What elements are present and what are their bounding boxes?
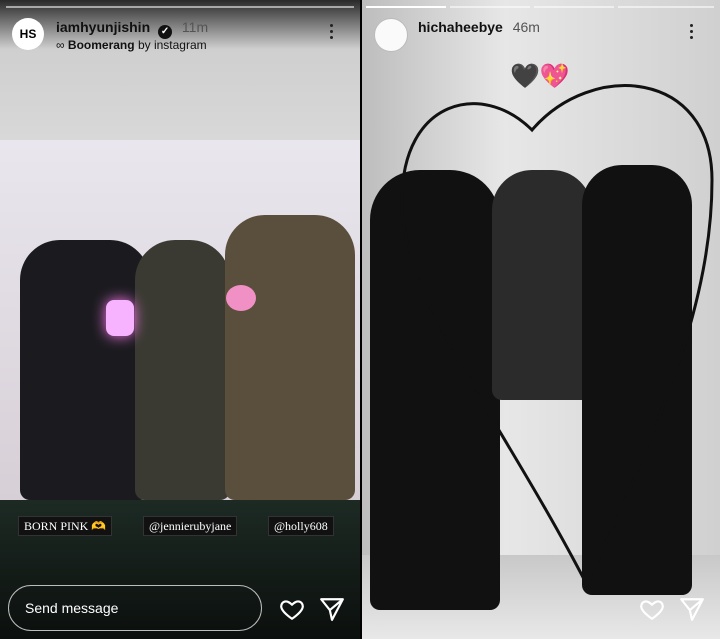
story-progress-bar-4 <box>618 6 714 8</box>
tag-jennierubyjane[interactable]: @jennierubyjane <box>143 516 238 536</box>
person-1 <box>20 240 150 500</box>
username[interactable]: iamhyunjishin ✓ 11m <box>56 19 208 39</box>
more-options-icon-right[interactable] <box>690 24 694 42</box>
story-progress-bar <box>6 6 354 8</box>
story-panel-right[interactable]: hichaheebye 46m 🖤💖 <box>362 0 720 639</box>
heart-lightstick <box>226 285 256 311</box>
verified-icon: ✓ <box>158 25 173 39</box>
tag-born-pink[interactable]: BORN PINK 🫶 <box>18 516 113 536</box>
story-progress-bar <box>366 6 446 8</box>
send-message-input[interactable]: Send message <box>8 585 262 631</box>
story-progress-bar-3 <box>534 6 614 8</box>
avatar[interactable]: HS <box>12 18 44 50</box>
tag-holly608[interactable]: @holly608 <box>268 516 334 536</box>
drawn-heart <box>400 84 714 589</box>
post-time-right: 46m <box>512 19 540 35</box>
boomerang-line[interactable]: ∞ Boomerang by instagram <box>56 38 207 52</box>
username-text[interactable]: iamhyunjishin <box>56 19 150 35</box>
story-progress-bar-2 <box>450 6 530 8</box>
send-icon-right[interactable] <box>679 596 705 622</box>
heart-icon-right[interactable] <box>639 596 665 622</box>
heart-icon[interactable] <box>279 596 305 622</box>
story-header-left: HS iamhyunjishin ✓ 11m ∞ Boomerang by in… <box>12 14 348 54</box>
story-panel-left[interactable]: HS iamhyunjishin ✓ 11m ∞ Boomerang by in… <box>0 0 360 639</box>
person-2 <box>135 240 230 500</box>
send-icon[interactable] <box>319 596 345 622</box>
more-options-icon[interactable] <box>330 24 334 42</box>
story-header-right: hichaheebye 46m <box>374 14 708 54</box>
emoji-sticker: 🖤💖 <box>510 63 570 90</box>
boomerang-label[interactable]: Boomerang <box>68 38 135 52</box>
lightstick <box>106 300 134 336</box>
story-photo-left <box>0 0 360 500</box>
person-3 <box>225 215 355 500</box>
post-time: 11m <box>181 19 209 35</box>
username-right[interactable]: hichaheebye 46m <box>418 19 540 35</box>
story-photo-right <box>362 0 720 639</box>
avatar-right[interactable] <box>374 18 408 52</box>
infinity-icon: ∞ <box>56 38 65 52</box>
username-text-right[interactable]: hichaheebye <box>418 19 503 35</box>
by-label: by instagram <box>137 38 207 52</box>
